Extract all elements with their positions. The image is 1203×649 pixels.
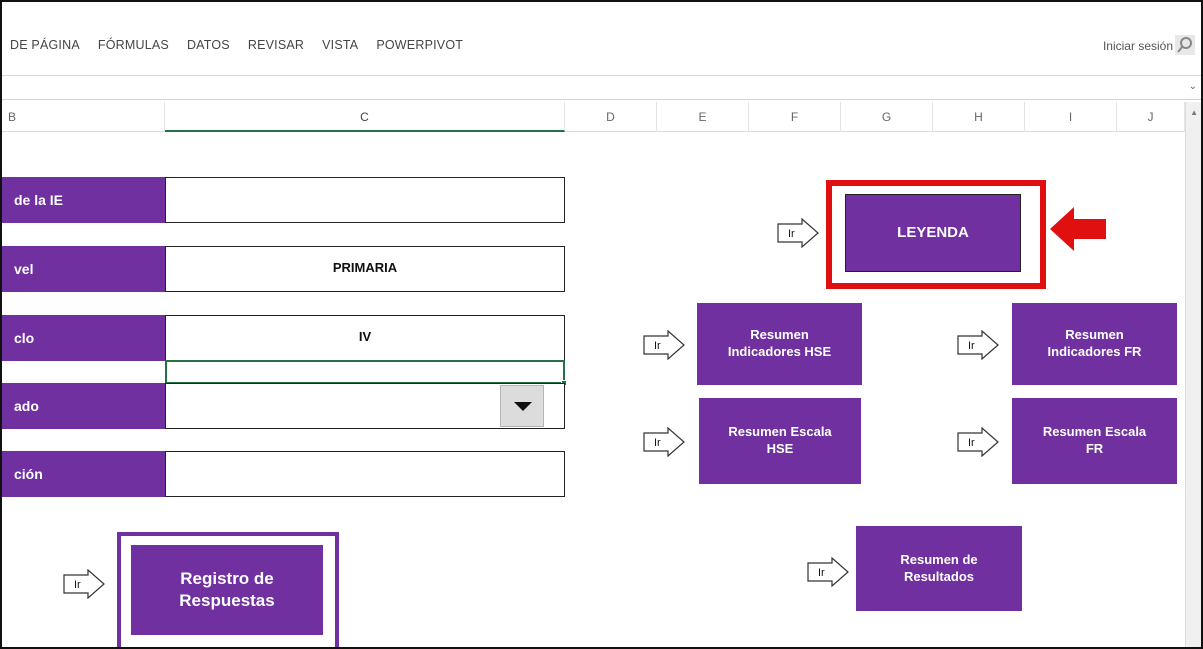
go-label: Ir — [968, 340, 975, 352]
column-header-c[interactable]: C — [165, 102, 565, 132]
column-header-i[interactable]: I — [1025, 102, 1117, 132]
ie-name-field[interactable] — [165, 177, 565, 223]
registro-respuestas-button[interactable]: Registro de Respuestas — [131, 545, 323, 635]
column-header-d[interactable]: D — [565, 102, 657, 132]
column-header-e[interactable]: E — [657, 102, 749, 132]
go-arrow-icon[interactable]: Ir — [642, 427, 686, 457]
selected-cell[interactable] — [165, 360, 565, 384]
go-arrow-icon[interactable]: Ir — [956, 330, 1000, 360]
red-arrow-icon — [1050, 207, 1106, 251]
tab-formulas[interactable]: FÓRMULAS — [98, 38, 169, 52]
chevron-down-icon — [514, 402, 532, 411]
go-arrow-icon[interactable]: Ir — [776, 218, 820, 248]
column-header-j[interactable]: J — [1117, 102, 1185, 132]
go-label: Ir — [968, 437, 975, 449]
leyenda-button[interactable]: LEYENDA — [845, 194, 1021, 272]
column-headers: B C D E F G H I J — [2, 102, 1201, 132]
screenshot-frame: DE PÁGINA FÓRMULAS DATOS REVISAR VISTA P… — [0, 0, 1203, 649]
resumen-escala-fr-button[interactable]: Resumen Escala FR — [1012, 398, 1177, 484]
column-header-f[interactable]: F — [749, 102, 841, 132]
expand-formula-bar-icon[interactable]: ⌄ — [1189, 81, 1197, 92]
go-arrow-icon[interactable]: Ir — [642, 330, 686, 360]
tab-data[interactable]: DATOS — [187, 38, 230, 52]
ribbon: DE PÁGINA FÓRMULAS DATOS REVISAR VISTA P… — [2, 2, 1201, 80]
vertical-scrollbar[interactable] — [1185, 102, 1201, 647]
seccion-field[interactable] — [165, 451, 565, 497]
resumen-escala-hse-button[interactable]: Resumen Escala HSE — [699, 398, 861, 484]
label-seccion: ción — [2, 451, 166, 497]
ribbon-divider — [2, 75, 1201, 76]
label-ie-name: de la IE — [2, 177, 166, 223]
column-header-h[interactable]: H — [933, 102, 1025, 132]
grado-dropdown-button[interactable] — [500, 385, 544, 427]
sign-in-link[interactable]: Iniciar sesión — [1103, 39, 1173, 53]
formula-bar[interactable]: ⌄ — [2, 78, 1201, 100]
go-label: Ir — [818, 567, 825, 579]
resumen-indicadores-hse-button[interactable]: Resumen Indicadores HSE — [697, 303, 862, 385]
go-label: Ir — [654, 340, 661, 352]
go-label: Ir — [654, 437, 661, 449]
column-header-b[interactable]: B — [2, 102, 165, 132]
nivel-field[interactable]: PRIMARIA — [165, 246, 565, 292]
tab-view[interactable]: VISTA — [322, 38, 358, 52]
go-arrow-icon[interactable]: Ir — [806, 557, 850, 587]
label-grado: ado — [2, 383, 166, 429]
resumen-indicadores-fr-button[interactable]: Resumen Indicadores FR — [1012, 303, 1177, 385]
label-ciclo: clo — [2, 315, 166, 361]
tab-review[interactable]: REVISAR — [248, 38, 304, 52]
go-arrow-icon[interactable]: Ir — [956, 427, 1000, 457]
tab-page-layout[interactable]: DE PÁGINA — [10, 38, 80, 52]
column-header-g[interactable]: G — [841, 102, 933, 132]
search-icon[interactable] — [1175, 35, 1195, 55]
go-label: Ir — [788, 228, 795, 240]
ciclo-field[interactable]: IV — [165, 315, 565, 361]
go-label: Ir — [74, 579, 81, 591]
label-nivel: vel — [2, 246, 166, 292]
scroll-up-icon[interactable]: ▲ — [1190, 108, 1198, 117]
tab-powerpivot[interactable]: POWERPIVOT — [376, 38, 463, 52]
resumen-resultados-button[interactable]: Resumen de Resultados — [856, 526, 1022, 611]
go-arrow-icon[interactable]: Ir — [62, 569, 106, 599]
ribbon-tabs: DE PÁGINA FÓRMULAS DATOS REVISAR VISTA P… — [10, 38, 481, 52]
